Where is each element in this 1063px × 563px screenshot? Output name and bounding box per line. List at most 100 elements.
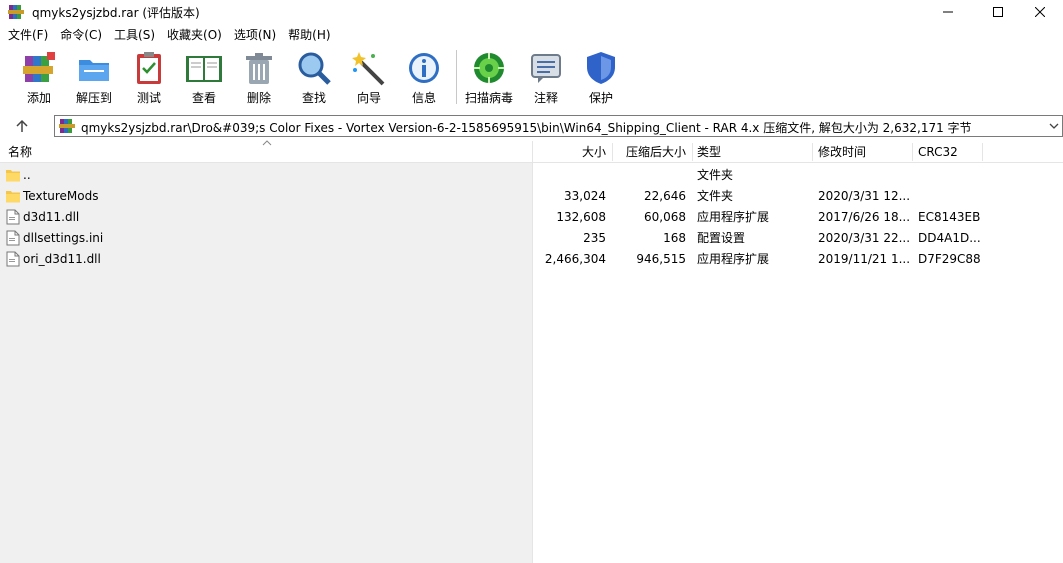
file-row[interactable]: ori_d3d11.dll 2,466,304 946,515 应用程序扩展 2019/… [0, 249, 1063, 270]
column-header-crc32[interactable]: CRC32 [918, 141, 958, 163]
toolbar-separator [456, 50, 457, 104]
close-button[interactable] [1017, 0, 1063, 24]
chevron-down-icon[interactable] [1048, 119, 1060, 133]
file-packed-size: 168 [663, 231, 686, 245]
file-row-icon [6, 251, 20, 270]
info-icon [409, 53, 439, 83]
file-row[interactable]: TextureMods 33,024 22,646 文件夹 2020/3/31 12..… [0, 186, 1063, 207]
extract-to-label: 解压到 [75, 91, 112, 105]
up-arrow-icon [16, 119, 28, 132]
delete-label: 删除 [246, 91, 271, 105]
wizard-wand-icon [352, 52, 385, 86]
header-divider [812, 143, 813, 161]
up-one-level-button[interactable] [6, 115, 38, 137]
file-name: dllsettings.ini [23, 231, 104, 245]
menu-commands[interactable]: 命令(C) [54, 25, 108, 45]
wizard-label: 向导 [356, 91, 381, 105]
trash-icon [246, 53, 272, 84]
file-size [533, 165, 606, 186]
add-button[interactable]: 添加 [12, 46, 66, 108]
info-button[interactable]: 信息 [397, 46, 451, 108]
comment-button[interactable]: 注释 [519, 46, 573, 108]
window-title: qmyks2ysjzbd.rar (评估版本) [32, 6, 200, 20]
minimize-icon [943, 11, 953, 13]
close-icon [1035, 7, 1045, 17]
address-bar[interactable]: qmyks2ysjzbd.rar\Dro&#039;s Color Fixes … [54, 115, 1063, 137]
file-name: TextureMods [23, 189, 99, 203]
file-row-icon [6, 230, 20, 249]
column-header-type[interactable]: 类型 [697, 141, 721, 163]
ini-file-icon [6, 230, 20, 246]
menu-options[interactable]: 选项(N) [228, 25, 282, 45]
file-crc32: DD4A1D... [918, 231, 981, 245]
file-row[interactable]: .. 文件夹 [0, 165, 1063, 186]
file-modified: 2020/3/31 22... [818, 231, 911, 245]
menu-file[interactable]: 文件(F) [2, 25, 54, 45]
test-button[interactable]: 测试 [122, 46, 176, 108]
header-divider [692, 143, 693, 161]
add-label: 添加 [26, 91, 51, 105]
file-packed-size: 946,515 [636, 252, 686, 266]
test-clipboard-icon [137, 52, 161, 84]
view-book-icon [186, 56, 222, 82]
virus-scan-label: 扫描病毒 [464, 91, 513, 105]
protect-label: 保护 [588, 91, 613, 105]
find-button[interactable]: 查找 [287, 46, 341, 108]
extract-folder-icon [79, 60, 109, 81]
column-header-size[interactable]: 大小 [533, 141, 606, 163]
file-row[interactable]: d3d11.dll 132,608 60,068 应用程序扩展 2017/6/26 18… [0, 207, 1063, 228]
comment-icon [531, 54, 561, 83]
virus-scan-button[interactable]: 扫描病毒 [462, 46, 516, 108]
archive-icon [59, 119, 75, 133]
delete-button[interactable]: 删除 [232, 46, 286, 108]
column-header-name[interactable]: 名称 [8, 141, 32, 163]
file-row[interactable]: dllsettings.ini 235 168 配置设置 2020/3/31 22...… [0, 228, 1063, 249]
virus-scan-icon [474, 53, 504, 83]
sort-ascending-icon [262, 140, 272, 146]
file-size: 33,024 [564, 189, 606, 203]
file-size: 132,608 [556, 210, 606, 224]
file-packed-size: 22,646 [644, 189, 686, 203]
add-archive-icon [23, 52, 55, 82]
maximize-button[interactable] [975, 0, 1021, 24]
toolbar: 添加 解压到 测试 查看 删除 查找 向导 信息 扫描病毒 注释 保护 [0, 46, 1063, 110]
wizard-button[interactable]: 向导 [342, 46, 396, 108]
file-crc32: D7F29C88 [918, 252, 981, 266]
column-header-packed[interactable]: 压缩后大小 [613, 141, 686, 163]
file-modified: 2017/6/26 18... [818, 210, 911, 224]
file-modified: 2019/11/21 1... [818, 252, 911, 266]
file-packed-size: 60,068 [644, 210, 686, 224]
view-button[interactable]: 查看 [177, 46, 231, 108]
file-name: .. [23, 168, 31, 182]
file-row-icon [6, 209, 20, 228]
menu-help[interactable]: 帮助(H) [282, 25, 336, 45]
folder-icon [6, 191, 20, 203]
file-list-header: 名称 大小 压缩后大小 类型 修改时间 CRC32 [0, 140, 1063, 163]
menu-tools[interactable]: 工具(S) [108, 25, 161, 45]
file-name: ori_d3d11.dll [23, 252, 101, 266]
file-type: 文件夹 [697, 168, 734, 182]
column-header-modified[interactable]: 修改时间 [818, 141, 866, 163]
maximize-icon [993, 7, 1003, 17]
protect-button[interactable]: 保护 [574, 46, 628, 108]
info-label: 信息 [411, 91, 436, 105]
file-crc32: EC8143EB [918, 210, 981, 224]
find-label: 查找 [301, 91, 326, 105]
test-label: 测试 [136, 91, 161, 105]
file-size: 235 [583, 231, 606, 245]
file-type: 文件夹 [697, 189, 734, 203]
dll-file-icon [6, 251, 20, 267]
address-row: qmyks2ysjzbd.rar\Dro&#039;s Color Fixes … [0, 113, 1063, 139]
view-label: 查看 [191, 91, 216, 105]
extract-to-button[interactable]: 解压到 [67, 46, 121, 108]
file-row-icon [6, 188, 20, 207]
minimize-button[interactable] [925, 0, 971, 24]
menu-favorites[interactable]: 收藏夹(O) [161, 25, 228, 45]
menu-bar: 文件(F) 命令(C) 工具(S) 收藏夹(O) 选项(N) 帮助(H) [0, 24, 1063, 46]
file-name: d3d11.dll [23, 210, 80, 224]
file-type: 应用程序扩展 [697, 210, 770, 224]
file-type: 配置设置 [697, 231, 746, 245]
dll-file-icon [6, 209, 20, 225]
find-magnifier-icon [298, 52, 331, 85]
header-divider [982, 143, 983, 161]
